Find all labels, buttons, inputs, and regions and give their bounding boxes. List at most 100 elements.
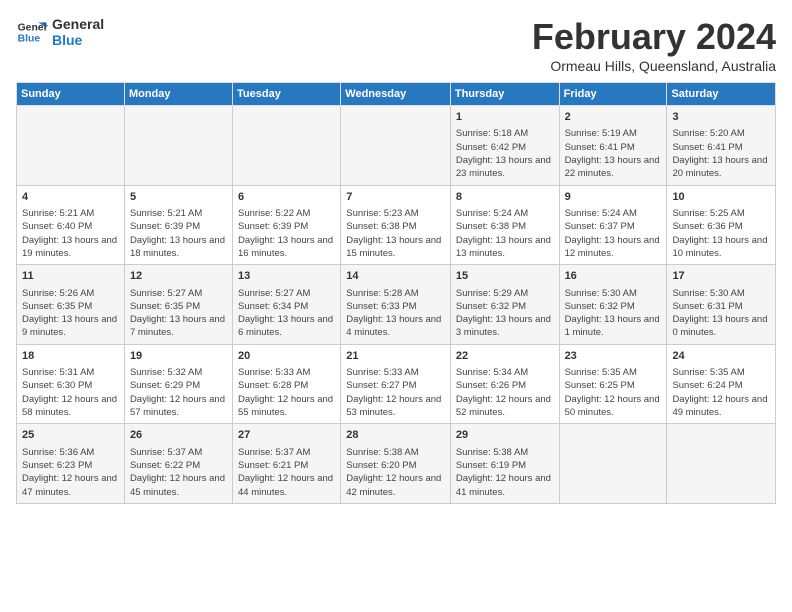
day-info: Sunrise: 5:38 AMSunset: 6:20 PMDaylight:… — [346, 446, 445, 499]
day-number: 19 — [130, 349, 227, 364]
title-block: February 2024 Ormeau Hills, Queensland, … — [532, 16, 776, 74]
calendar-cell: 19 Sunrise: 5:32 AMSunset: 6:29 PMDayligh… — [124, 344, 232, 424]
calendar-cell: 18 Sunrise: 5:31 AMSunset: 6:30 PMDayligh… — [17, 344, 125, 424]
calendar-cell: 8 Sunrise: 5:24 AMSunset: 6:38 PMDaylight… — [450, 185, 559, 265]
calendar-cell: 11 Sunrise: 5:26 AMSunset: 6:35 PMDayligh… — [17, 265, 125, 345]
day-number: 4 — [22, 190, 119, 205]
day-info: Sunrise: 5:33 AMSunset: 6:28 PMDaylight:… — [238, 366, 335, 419]
day-number: 16 — [565, 269, 662, 284]
calendar-cell: 20 Sunrise: 5:33 AMSunset: 6:28 PMDayligh… — [233, 344, 341, 424]
calendar-cell: 25 Sunrise: 5:36 AMSunset: 6:23 PMDayligh… — [17, 424, 125, 504]
day-number: 20 — [238, 349, 335, 364]
day-info: Sunrise: 5:27 AMSunset: 6:35 PMDaylight:… — [130, 287, 227, 340]
calendar-cell: 17 Sunrise: 5:30 AMSunset: 6:31 PMDayligh… — [667, 265, 776, 345]
calendar-cell: 10 Sunrise: 5:25 AMSunset: 6:36 PMDayligh… — [667, 185, 776, 265]
day-info: Sunrise: 5:20 AMSunset: 6:41 PMDaylight:… — [672, 127, 770, 180]
day-info: Sunrise: 5:27 AMSunset: 6:34 PMDaylight:… — [238, 287, 335, 340]
calendar-cell: 26 Sunrise: 5:37 AMSunset: 6:22 PMDayligh… — [124, 424, 232, 504]
day-number: 24 — [672, 349, 770, 364]
day-number: 17 — [672, 269, 770, 284]
calendar-cell: 13 Sunrise: 5:27 AMSunset: 6:34 PMDayligh… — [233, 265, 341, 345]
calendar-cell: 16 Sunrise: 5:30 AMSunset: 6:32 PMDayligh… — [559, 265, 667, 345]
day-info: Sunrise: 5:33 AMSunset: 6:27 PMDaylight:… — [346, 366, 445, 419]
day-number: 6 — [238, 190, 335, 205]
header-tuesday: Tuesday — [233, 83, 341, 106]
day-info: Sunrise: 5:24 AMSunset: 6:38 PMDaylight:… — [456, 207, 554, 260]
calendar-cell: 2 Sunrise: 5:19 AMSunset: 6:41 PMDaylight… — [559, 106, 667, 186]
logo-blue: Blue — [52, 32, 104, 48]
day-info: Sunrise: 5:29 AMSunset: 6:32 PMDaylight:… — [456, 287, 554, 340]
day-number: 27 — [238, 428, 335, 443]
location-subtitle: Ormeau Hills, Queensland, Australia — [532, 58, 776, 74]
header-saturday: Saturday — [667, 83, 776, 106]
day-number: 2 — [565, 110, 662, 125]
calendar-cell: 15 Sunrise: 5:29 AMSunset: 6:32 PMDayligh… — [450, 265, 559, 345]
calendar-cell — [17, 106, 125, 186]
day-number: 15 — [456, 269, 554, 284]
calendar-cell — [559, 424, 667, 504]
week-row-5: 25 Sunrise: 5:36 AMSunset: 6:23 PMDayligh… — [17, 424, 776, 504]
calendar-cell: 7 Sunrise: 5:23 AMSunset: 6:38 PMDaylight… — [341, 185, 451, 265]
calendar-cell: 24 Sunrise: 5:35 AMSunset: 6:24 PMDayligh… — [667, 344, 776, 424]
day-number: 26 — [130, 428, 227, 443]
day-number: 25 — [22, 428, 119, 443]
calendar-cell — [233, 106, 341, 186]
day-number: 10 — [672, 190, 770, 205]
day-info: Sunrise: 5:23 AMSunset: 6:38 PMDaylight:… — [346, 207, 445, 260]
day-info: Sunrise: 5:36 AMSunset: 6:23 PMDaylight:… — [22, 446, 119, 499]
day-info: Sunrise: 5:38 AMSunset: 6:19 PMDaylight:… — [456, 446, 554, 499]
day-number: 13 — [238, 269, 335, 284]
month-title: February 2024 — [532, 16, 776, 58]
calendar-cell: 23 Sunrise: 5:35 AMSunset: 6:25 PMDayligh… — [559, 344, 667, 424]
day-info: Sunrise: 5:30 AMSunset: 6:31 PMDaylight:… — [672, 287, 770, 340]
day-number: 14 — [346, 269, 445, 284]
week-row-3: 11 Sunrise: 5:26 AMSunset: 6:35 PMDayligh… — [17, 265, 776, 345]
day-info: Sunrise: 5:35 AMSunset: 6:24 PMDaylight:… — [672, 366, 770, 419]
day-info: Sunrise: 5:37 AMSunset: 6:21 PMDaylight:… — [238, 446, 335, 499]
day-number: 23 — [565, 349, 662, 364]
day-info: Sunrise: 5:30 AMSunset: 6:32 PMDaylight:… — [565, 287, 662, 340]
calendar-cell — [341, 106, 451, 186]
day-number: 7 — [346, 190, 445, 205]
calendar-cell: 29 Sunrise: 5:38 AMSunset: 6:19 PMDayligh… — [450, 424, 559, 504]
day-number: 11 — [22, 269, 119, 284]
day-number: 28 — [346, 428, 445, 443]
day-info: Sunrise: 5:26 AMSunset: 6:35 PMDaylight:… — [22, 287, 119, 340]
week-row-4: 18 Sunrise: 5:31 AMSunset: 6:30 PMDayligh… — [17, 344, 776, 424]
day-info: Sunrise: 5:25 AMSunset: 6:36 PMDaylight:… — [672, 207, 770, 260]
day-number: 12 — [130, 269, 227, 284]
calendar-cell: 5Sunrise: 5:21 AMSunset: 6:39 PMDaylight… — [124, 185, 232, 265]
day-info: Sunrise: 5:32 AMSunset: 6:29 PMDaylight:… — [130, 366, 227, 419]
day-info: Sunrise: 5:31 AMSunset: 6:30 PMDaylight:… — [22, 366, 119, 419]
header-monday: Monday — [124, 83, 232, 106]
calendar-cell: 27 Sunrise: 5:37 AMSunset: 6:21 PMDayligh… — [233, 424, 341, 504]
calendar-cell: 9Sunrise: 5:24 AMSunset: 6:37 PMDaylight… — [559, 185, 667, 265]
logo: General Blue General Blue — [16, 16, 104, 48]
day-number: 18 — [22, 349, 119, 364]
day-info: Sunrise: 5:34 AMSunset: 6:26 PMDaylight:… — [456, 366, 554, 419]
day-info: Sunrise: 5:21 AMSunset: 6:39 PMDaylight:… — [130, 207, 227, 260]
day-number: 29 — [456, 428, 554, 443]
header-sunday: Sunday — [17, 83, 125, 106]
day-info: Sunrise: 5:37 AMSunset: 6:22 PMDaylight:… — [130, 446, 227, 499]
calendar-table: SundayMondayTuesdayWednesdayThursdayFrid… — [16, 82, 776, 504]
header-row: SundayMondayTuesdayWednesdayThursdayFrid… — [17, 83, 776, 106]
calendar-cell: 6 Sunrise: 5:22 AMSunset: 6:39 PMDaylight… — [233, 185, 341, 265]
day-info: Sunrise: 5:24 AMSunset: 6:37 PMDaylight:… — [565, 207, 662, 260]
day-info: Sunrise: 5:28 AMSunset: 6:33 PMDaylight:… — [346, 287, 445, 340]
day-info: Sunrise: 5:21 AMSunset: 6:40 PMDaylight:… — [22, 207, 119, 260]
day-info: Sunrise: 5:18 AMSunset: 6:42 PMDaylight:… — [456, 127, 554, 180]
header-wednesday: Wednesday — [341, 83, 451, 106]
calendar-cell: 1Sunrise: 5:18 AMSunset: 6:42 PMDaylight… — [450, 106, 559, 186]
calendar-cell — [124, 106, 232, 186]
week-row-1: 1Sunrise: 5:18 AMSunset: 6:42 PMDaylight… — [17, 106, 776, 186]
calendar-cell: 4 Sunrise: 5:21 AMSunset: 6:40 PMDaylight… — [17, 185, 125, 265]
day-info: Sunrise: 5:35 AMSunset: 6:25 PMDaylight:… — [565, 366, 662, 419]
header-thursday: Thursday — [450, 83, 559, 106]
day-number: 8 — [456, 190, 554, 205]
logo-icon: General Blue — [16, 16, 48, 48]
calendar-cell: 12 Sunrise: 5:27 AMSunset: 6:35 PMDayligh… — [124, 265, 232, 345]
calendar-cell: 22Sunrise: 5:34 AMSunset: 6:26 PMDayligh… — [450, 344, 559, 424]
day-info: Sunrise: 5:22 AMSunset: 6:39 PMDaylight:… — [238, 207, 335, 260]
day-info: Sunrise: 5:19 AMSunset: 6:41 PMDaylight:… — [565, 127, 662, 180]
